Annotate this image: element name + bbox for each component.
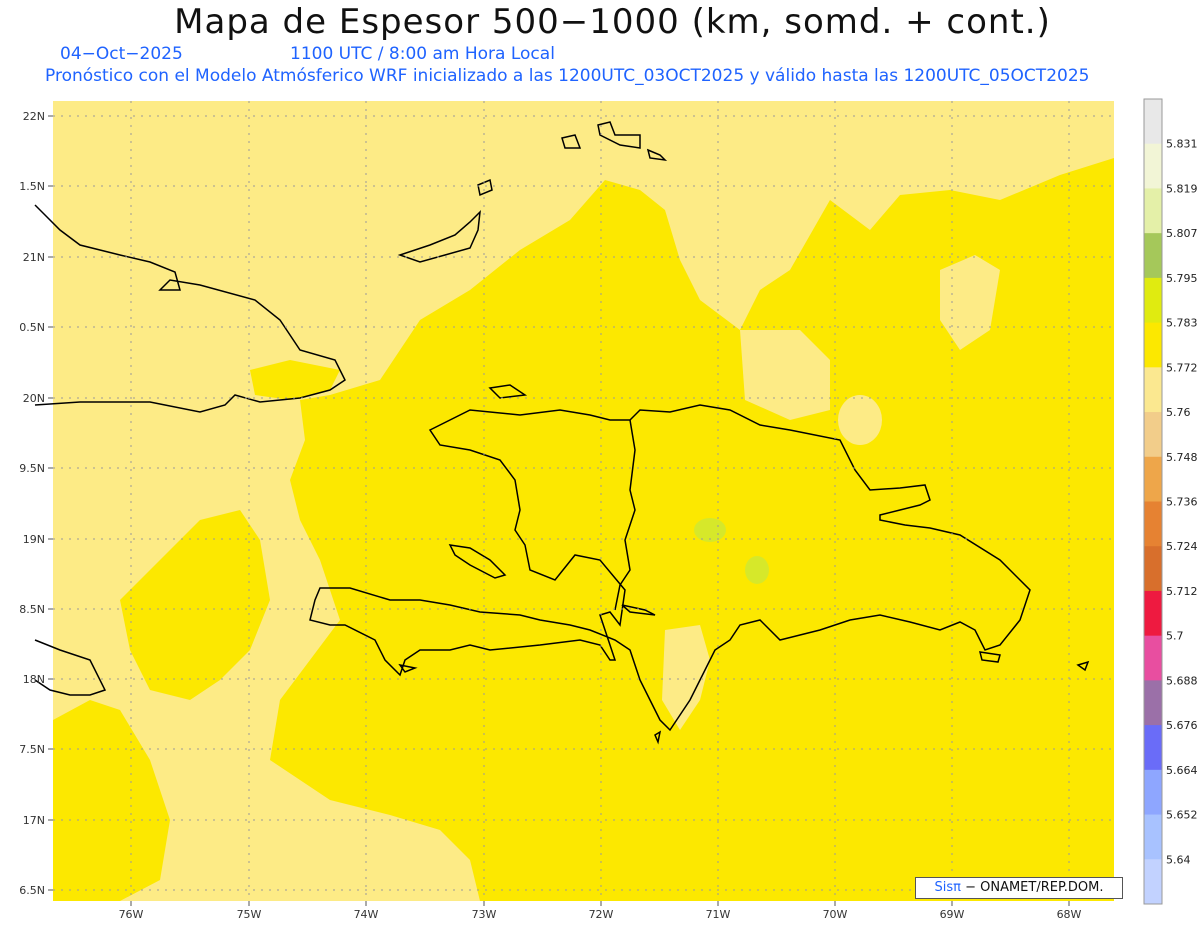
colorbar-swatch: [1144, 322, 1162, 368]
colorbar-swatch: [1144, 99, 1162, 145]
colorbar-swatch: [1144, 367, 1162, 413]
colorbar-swatch: [1144, 769, 1162, 816]
lat-label: 20N: [23, 392, 45, 405]
lon-label: 71W: [706, 908, 731, 921]
credit-sis: Sis: [934, 880, 954, 895]
colorbar-swatch: [1144, 590, 1162, 637]
colorbar-swatch: [1144, 188, 1162, 234]
colorbar-level-label: 5.748: [1166, 451, 1198, 464]
credit-box: Sisπ − ONAMET/REP.DOM.: [915, 877, 1123, 899]
lat-label: 18N: [23, 673, 45, 686]
green-patch-2: [745, 556, 769, 584]
colorbar-swatch: [1144, 680, 1162, 726]
colorbar: [1143, 98, 1163, 905]
colorbar-swatch: [1144, 412, 1162, 458]
colorbar-level-label: 5.783: [1166, 317, 1198, 330]
colorbar-swatch: [1144, 546, 1162, 592]
thickness-map: 76W 75W 74W 73W 72W 71W 70W 69W 68W 22N …: [19, 98, 1198, 921]
lat-label: 19N: [23, 533, 45, 546]
light-patch-round: [838, 395, 882, 445]
lon-label: 70W: [823, 908, 848, 921]
colorbar-level-label: 5.831: [1166, 138, 1198, 151]
colorbar-swatch: [1144, 814, 1162, 860]
colorbar-swatch: [1144, 501, 1162, 547]
lat-label: 17N: [23, 814, 45, 827]
colorbar-level-label: 5.664: [1166, 764, 1198, 777]
credit-pi: π: [953, 880, 961, 895]
colorbar-swatch: [1144, 635, 1162, 681]
colorbar-level-label: 5.712: [1166, 585, 1198, 598]
green-patch-1: [694, 518, 726, 542]
colorbar-swatch: [1144, 725, 1162, 771]
lon-label: 75W: [237, 908, 262, 921]
lat-label: 0.5N: [19, 321, 45, 334]
colorbar-level-label: 5.807: [1166, 227, 1198, 240]
colorbar-swatch: [1144, 456, 1162, 502]
lat-label: 1.5N: [19, 180, 45, 193]
colorbar-level-label: 5.772: [1166, 361, 1198, 374]
lon-label: 68W: [1057, 908, 1082, 921]
lat-label: 21N: [23, 251, 45, 264]
colorbar-level-label: 5.795: [1166, 272, 1198, 285]
lon-label: 76W: [119, 908, 144, 921]
colorbar-swatch: [1144, 233, 1162, 279]
colorbar-level-label: 5.7: [1166, 630, 1184, 643]
colorbar-level-label: 5.724: [1166, 540, 1198, 553]
colorbar-swatch: [1144, 143, 1162, 189]
lat-label: 9.5N: [19, 462, 45, 475]
colorbar-level-label: 5.819: [1166, 182, 1198, 195]
lon-label: 69W: [940, 908, 965, 921]
lon-label: 74W: [354, 908, 379, 921]
lat-label: 8.5N: [19, 603, 45, 616]
colorbar-swatch: [1144, 859, 1162, 905]
credit-text: − ONAMET/REP.DOM.: [965, 880, 1104, 895]
lon-label: 73W: [472, 908, 497, 921]
colorbar-level-label: 5.64: [1166, 853, 1191, 866]
colorbar-level-label: 5.676: [1166, 719, 1198, 732]
colorbar-labels: 5.831 5.819 5.807 5.795 5.783 5.772 5.76 5.748 5…: [1166, 138, 1198, 867]
lon-label: 72W: [589, 908, 614, 921]
lat-label: 22N: [23, 110, 45, 123]
colorbar-level-label: 5.652: [1166, 809, 1198, 822]
colorbar-level-label: 5.76: [1166, 406, 1191, 419]
colorbar-level-label: 5.736: [1166, 496, 1198, 509]
colorbar-swatch: [1144, 277, 1162, 324]
lat-label: 7.5N: [19, 743, 45, 756]
lat-label: 6.5N: [19, 884, 45, 897]
colorbar-level-label: 5.688: [1166, 674, 1198, 687]
